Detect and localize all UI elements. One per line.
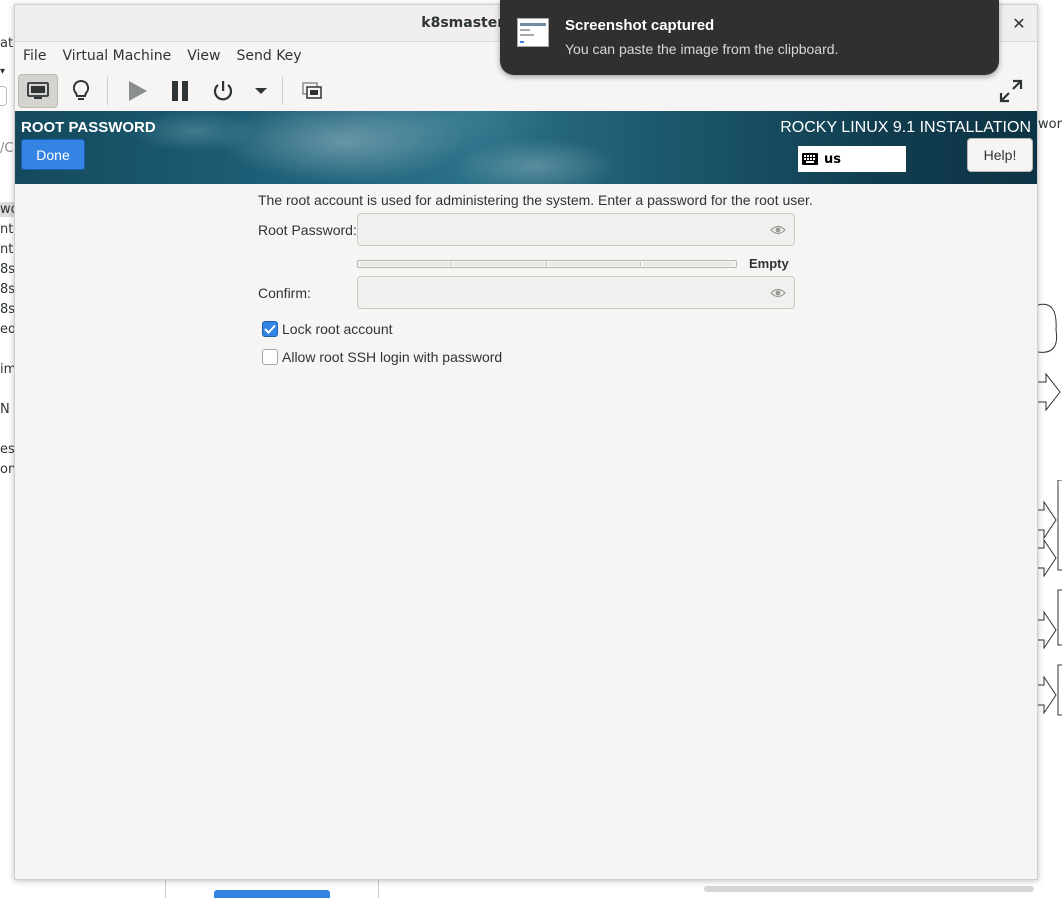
background-app-right: work [1038,0,1062,898]
root-password-field [357,213,795,247]
bg-text-fragment: work [1038,117,1062,132]
fullscreen-icon [999,79,1023,103]
keyboard-icon [802,153,818,165]
menu-virtual-machine[interactable]: Virtual Machine [54,48,179,64]
spoke-title: ROOT PASSWORD [21,119,156,136]
chevron-down-icon [255,88,267,94]
allow-ssh-checkbox[interactable] [262,349,278,365]
confirm-password-field [357,276,795,310]
guest-display[interactable]: ROOT PASSWORD Done ROCKY LINUX 9.1 INSTA… [15,111,1037,879]
help-button[interactable]: Help! [967,138,1033,172]
notification-title: Screenshot captured [565,17,715,34]
pause-icon [172,81,188,101]
power-icon [213,81,233,101]
toolbar [15,71,1037,111]
root-password-label: Root Password: [258,222,357,238]
fullscreen-button[interactable] [995,75,1027,107]
notification-body: You can paste the image from the clipboa… [565,41,839,57]
bg-button-fragment [0,86,7,106]
allow-ssh-checkbox-row[interactable]: Allow root SSH login with password [262,349,502,365]
bg-text-fragment: 8s [0,282,16,297]
menu-send-key[interactable]: Send Key [228,48,309,64]
shutdown-button[interactable] [203,74,243,108]
console-icon [27,82,49,99]
toolbar-separator [282,77,283,105]
bg-text-fragment: N [0,402,10,417]
lock-root-checkbox-row[interactable]: Lock root account [262,321,393,337]
bg-dropdown-icon: ▾ [0,66,6,77]
bg-text-fragment: es [0,442,15,457]
bg-cloud-shape [1038,303,1058,353]
screenshot-button[interactable] [292,74,332,108]
root-password-input[interactable] [358,214,758,247]
done-button[interactable]: Done [21,139,85,170]
background-app-bottom [14,880,1062,898]
lock-root-checkbox[interactable] [262,321,278,337]
bg-text-fragment: 8s [0,302,16,317]
background-app-left: ate ▾ /C wo nte nte 8s 8s 8s ed im N es … [0,0,21,898]
close-icon: ✕ [1012,13,1026,33]
menu-file[interactable]: File [15,48,54,64]
bg-text-fragment: /C [0,141,14,156]
details-button[interactable] [61,74,101,108]
password-strength-label: Empty [749,256,789,271]
vm-viewer-window: k8smaster2 on QEMU/KVM File Virtual Mach… [14,4,1038,880]
checkmark-icon [264,324,276,334]
screenshot-notification[interactable]: Screenshot captured You can paste the im… [500,0,999,75]
bg-blue-button [214,890,330,898]
show-password-eye-icon[interactable] [770,223,786,237]
show-confirm-eye-icon[interactable] [770,286,786,300]
keyboard-layout-indicator[interactable]: us [798,146,906,172]
lock-root-label: Lock root account [282,321,393,337]
confirm-label: Confirm: [258,285,311,301]
play-icon [129,81,147,101]
product-title: ROCKY LINUX 9.1 INSTALLATION [780,119,1031,136]
console-button[interactable] [18,74,58,108]
bg-scrollbar [704,886,1034,892]
allow-ssh-label: Allow root SSH login with password [282,349,503,365]
bg-arrow-shape [1038,372,1061,412]
pause-button[interactable] [160,74,200,108]
bg-text-fragment: 8s [0,262,16,277]
screenshot-thumbnail-icon [517,18,549,47]
intro-text: The root account is used for administeri… [258,192,813,208]
screens-icon [302,82,322,99]
bg-arrows-shape [1038,480,1062,716]
confirm-password-input[interactable] [358,277,758,310]
window-close-button[interactable]: ✕ [1007,11,1031,35]
shutdown-menu-button[interactable] [246,74,276,108]
bulb-icon [72,79,90,100]
run-button[interactable] [117,74,157,108]
toolbar-separator [107,77,108,105]
keyboard-layout-label: us [824,151,841,167]
password-strength-bar [357,260,737,268]
installer-header: ROOT PASSWORD Done ROCKY LINUX 9.1 INSTA… [15,111,1037,184]
menu-view[interactable]: View [179,48,228,64]
